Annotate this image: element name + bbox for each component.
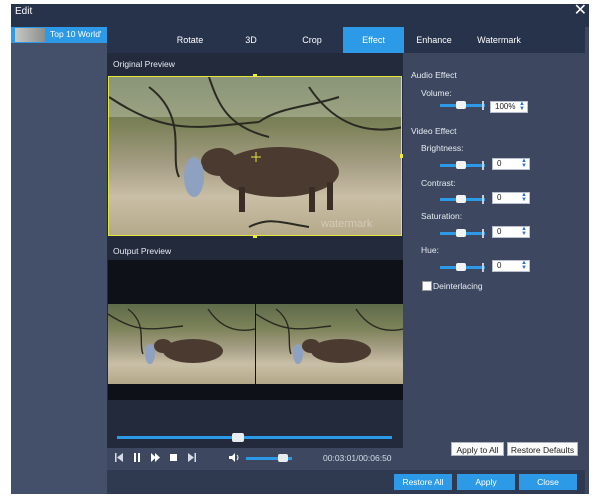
output-preview-left	[108, 304, 255, 384]
crop-handle-bottom[interactable]	[253, 235, 257, 238]
brightness-handle[interactable]	[456, 161, 466, 169]
watermark-text: watermark	[320, 218, 373, 230]
original-preview-label: Original Preview	[113, 59, 175, 69]
video-effect-heading: Video Effect	[411, 126, 457, 136]
saturation-spinbox[interactable]: 0 ▲ ▼	[492, 226, 530, 238]
deinterlacing-checkbox[interactable]	[422, 281, 432, 291]
brightness-spinbox[interactable]: 0 ▲ ▼	[492, 158, 530, 170]
restore-defaults-button[interactable]: Restore Defaults	[507, 442, 578, 456]
skip-back-icon[interactable]	[115, 453, 123, 464]
contrast-spinbox[interactable]: 0 ▲ ▼	[492, 192, 530, 204]
apply-to-all-button[interactable]: Apply to All	[451, 442, 504, 456]
audio-volume-handle[interactable]	[456, 101, 466, 109]
close-icon[interactable]: ✕	[574, 2, 587, 20]
slider-end	[482, 195, 484, 204]
tab-watermark[interactable]: Watermark	[464, 27, 534, 53]
playback-time: 00:03:01/00:06:50	[323, 453, 392, 463]
volume-label: Volume:	[421, 88, 452, 98]
video-thumbnail	[15, 28, 45, 42]
tab-3d[interactable]: 3D	[220, 27, 282, 53]
output-preview-right	[256, 304, 403, 384]
contrast-handle[interactable]	[456, 195, 466, 203]
slider-end	[482, 229, 484, 238]
saturation-handle[interactable]	[456, 229, 466, 237]
file-list-sidebar	[11, 27, 107, 494]
slider-end	[482, 101, 484, 110]
volume-icon[interactable]	[229, 453, 240, 464]
volume-spinbox[interactable]: 100% ▲ ▼	[490, 101, 528, 113]
brightness-label: Brightness:	[421, 143, 464, 153]
seek-bar[interactable]	[117, 436, 392, 439]
hue-handle[interactable]	[456, 263, 466, 271]
restore-all-button[interactable]: Restore All	[394, 474, 452, 490]
hue-label: Hue:	[421, 245, 439, 255]
stop-icon[interactable]	[170, 453, 178, 464]
crop-handle-top[interactable]	[253, 74, 257, 77]
close-button[interactable]: Close	[519, 474, 577, 490]
tab-effect[interactable]: Effect	[343, 27, 404, 53]
skip-forward-icon[interactable]	[188, 453, 196, 464]
contrast-label: Contrast:	[421, 178, 456, 188]
tab-enhance[interactable]: Enhance	[404, 27, 464, 53]
original-preview[interactable]: watermark	[108, 76, 402, 236]
tab-crop[interactable]: Crop	[282, 27, 342, 53]
tab-rotate[interactable]: Rotate	[160, 27, 220, 53]
seek-handle[interactable]	[232, 433, 244, 442]
volume-handle[interactable]	[277, 454, 288, 462]
pause-icon[interactable]	[133, 453, 141, 464]
apply-button[interactable]: Apply	[457, 474, 515, 490]
deinterlacing-label: Deinterlacing	[433, 281, 483, 291]
hue-spinbox[interactable]: 0 ▲ ▼	[492, 260, 530, 272]
slider-end	[482, 161, 484, 170]
window-title: Edit	[15, 6, 33, 17]
output-preview-label: Output Preview	[113, 246, 172, 256]
sidebar-item-label: Top 10 World'	[50, 29, 102, 39]
audio-effect-heading: Audio Effect	[411, 70, 457, 80]
original-preview-image: watermark	[109, 77, 401, 235]
title-bar	[11, 4, 589, 27]
slider-end	[482, 263, 484, 272]
saturation-label: Saturation:	[421, 211, 463, 221]
step-forward-icon[interactable]	[151, 453, 160, 464]
